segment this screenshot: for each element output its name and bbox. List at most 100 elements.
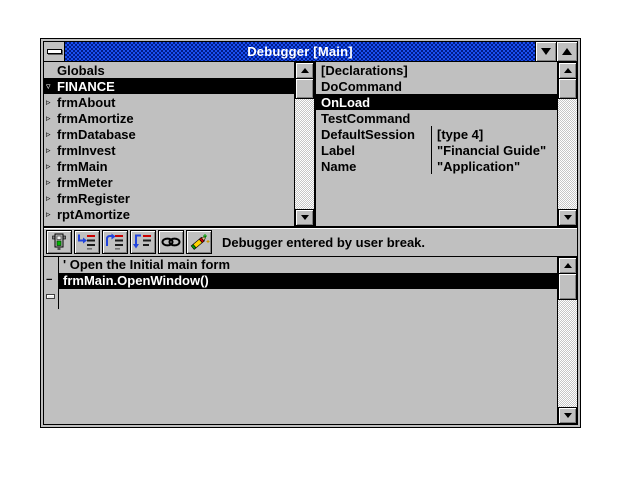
scroll-up-button[interactable] xyxy=(558,62,577,79)
code-gutter[interactable] xyxy=(44,257,59,273)
up-arrow-icon xyxy=(301,68,309,73)
object-list-item[interactable]: ▹ frmMeter xyxy=(44,174,294,190)
tree-toggle-icon[interactable]: ▿ xyxy=(44,78,57,94)
member-list: [Declarations] DoCommand OnLoad TestComm… xyxy=(316,62,557,226)
call-chain-icon xyxy=(160,233,182,251)
code-gutter[interactable]: − xyxy=(44,273,59,289)
object-list-item[interactable]: ▹ frmAmortize xyxy=(44,110,294,126)
current-line-marker-icon xyxy=(46,294,55,299)
code-line[interactable]: ' Open the Initial main form xyxy=(44,257,557,273)
object-label: frmAbout xyxy=(57,95,116,110)
debugger-window: Debugger [Main] Globals ▿ FINANCE ▹ frmA… xyxy=(40,38,581,428)
code-line[interactable]: − frmMain.OpenWindow() xyxy=(44,273,557,289)
scrollbar-track[interactable] xyxy=(295,99,314,209)
step-over-icon xyxy=(104,233,126,251)
member-list-item[interactable]: [Declarations] xyxy=(316,62,557,78)
tree-toggle-icon[interactable]: ▹ xyxy=(44,126,57,142)
maximize-button[interactable] xyxy=(556,42,577,61)
step-out-button[interactable] xyxy=(130,230,156,254)
title-bar[interactable]: Debugger [Main] xyxy=(44,42,577,62)
window-title: Debugger [Main] xyxy=(247,44,353,59)
object-label: frmMain xyxy=(57,159,108,174)
member-label: Name xyxy=(316,159,431,174)
object-list-item[interactable]: ▹ frmAbout xyxy=(44,94,294,110)
member-list-item[interactable]: Label "Financial Guide" xyxy=(316,142,557,158)
member-label: Label xyxy=(316,143,431,158)
control-menu-dash-icon xyxy=(47,49,62,54)
code-text: ' Open the Initial main form xyxy=(59,257,557,273)
debug-toolbar: Debugger entered by user break. xyxy=(44,228,577,257)
script-area[interactable]: ' Open the Initial main form − frmMain.O… xyxy=(44,257,577,424)
scroll-down-button[interactable] xyxy=(295,209,314,226)
tree-toggle-icon[interactable]: ▹ xyxy=(44,94,57,110)
tree-toggle-icon[interactable]: ▹ xyxy=(44,190,57,206)
object-list-item[interactable]: ▹ frmRegister xyxy=(44,190,294,206)
tree-toggle-icon[interactable]: ▹ xyxy=(44,158,57,174)
member-label: TestCommand xyxy=(316,111,431,126)
member-list-item[interactable]: Name "Application" xyxy=(316,158,557,174)
object-label: frmInvest xyxy=(57,143,116,158)
member-value xyxy=(431,62,557,78)
tree-toggle-icon[interactable]: ▹ xyxy=(44,174,57,190)
scroll-down-button[interactable] xyxy=(558,209,577,226)
maximize-arrow-icon xyxy=(562,48,572,55)
step-over-button[interactable] xyxy=(102,230,128,254)
edit-script-button[interactable] xyxy=(186,230,212,254)
scrollbar-thumb[interactable] xyxy=(295,79,314,99)
title-bar-caption[interactable]: Debugger [Main] xyxy=(65,42,535,61)
scrollbar-thumb[interactable] xyxy=(558,79,577,99)
calls-button[interactable] xyxy=(158,230,184,254)
tree-toggle-icon[interactable]: ▹ xyxy=(44,206,57,222)
scrollbar-track[interactable] xyxy=(558,300,577,407)
code-lines: ' Open the Initial main form − frmMain.O… xyxy=(44,257,557,305)
member-value: "Financial Guide" xyxy=(431,142,557,158)
object-list-item[interactable]: ▹ frmDatabase xyxy=(44,126,294,142)
edit-script-icon xyxy=(188,233,210,251)
object-label: FINANCE xyxy=(57,79,115,94)
member-list-item[interactable]: TestCommand xyxy=(316,110,557,126)
scroll-down-button[interactable] xyxy=(558,407,577,424)
tree-toggle-icon[interactable]: ▹ xyxy=(44,142,57,158)
minimize-button[interactable] xyxy=(535,42,556,61)
member-list-item[interactable]: OnLoad xyxy=(316,94,557,110)
member-label: [Declarations] xyxy=(316,63,431,78)
step-into-icon xyxy=(76,233,98,251)
member-label: DefaultSession xyxy=(316,127,431,142)
down-arrow-icon xyxy=(301,215,309,220)
object-list-item[interactable]: ▹ rptAmortize xyxy=(44,206,294,222)
traffic-light-go-icon xyxy=(48,233,70,251)
object-list-item[interactable]: ▿ FINANCE xyxy=(44,78,294,94)
down-arrow-icon xyxy=(564,215,572,220)
object-list-item[interactable]: ▹ frmMain xyxy=(44,158,294,174)
control-menu-button[interactable] xyxy=(44,42,65,61)
member-list-scrollbar[interactable] xyxy=(557,62,577,226)
member-value: [type 4] xyxy=(431,126,557,142)
object-label: Globals xyxy=(57,63,105,78)
member-value xyxy=(431,94,557,110)
script-scrollbar[interactable] xyxy=(557,257,577,424)
minimize-arrow-icon xyxy=(541,48,551,55)
scroll-up-button[interactable] xyxy=(295,62,314,79)
scrollbar-track[interactable] xyxy=(558,99,577,209)
code-line[interactable] xyxy=(44,289,557,305)
browser-panes: Globals ▿ FINANCE ▹ frmAbout ▹ frmAmorti… xyxy=(44,62,577,228)
member-list-item[interactable]: DoCommand xyxy=(316,78,557,94)
debugger-client-area: Debugger [Main] Globals ▿ FINANCE ▹ frmA… xyxy=(43,41,578,425)
scrollbar-thumb[interactable] xyxy=(558,274,577,300)
up-arrow-icon xyxy=(564,68,572,73)
code-gutter[interactable] xyxy=(44,289,59,305)
tree-toggle-icon[interactable]: ▹ xyxy=(44,110,57,126)
status-message: Debugger entered by user break. xyxy=(222,235,425,250)
go-button[interactable] xyxy=(46,230,72,254)
scroll-up-button[interactable] xyxy=(558,257,577,274)
step-out-icon xyxy=(132,233,154,251)
member-list-item[interactable]: DefaultSession [type 4] xyxy=(316,126,557,142)
object-list-item[interactable]: ▹ frmInvest xyxy=(44,142,294,158)
member-value xyxy=(431,110,557,126)
object-label: frmRegister xyxy=(57,191,130,206)
step-into-button[interactable] xyxy=(74,230,100,254)
code-text: frmMain.OpenWindow() xyxy=(59,273,557,289)
object-list-scrollbar[interactable] xyxy=(294,62,314,226)
down-arrow-icon xyxy=(564,413,572,418)
object-list-item[interactable]: Globals xyxy=(44,62,294,78)
